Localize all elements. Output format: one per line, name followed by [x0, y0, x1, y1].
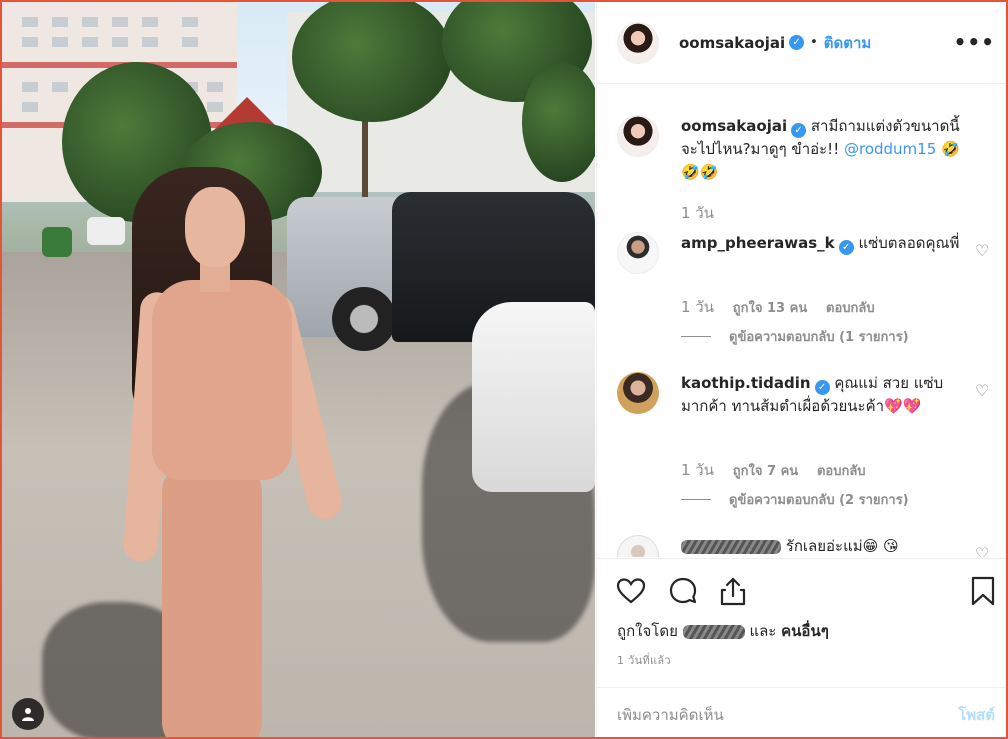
comment-body: รักเลยอ่ะแม่😁 😘 [785, 537, 899, 555]
caption-time-text[interactable]: 1 วัน [681, 204, 714, 222]
liked-by-text: ถูกใจโดย และ คนอื่นๆ [617, 619, 829, 643]
liked-by-and: และ [749, 622, 777, 640]
verified-badge-icon: ✓ [838, 240, 854, 255]
post-header: oomsakaojai ✓ • ติดตาม ••• [597, 2, 1006, 84]
comment-likes[interactable]: ถูกใจ 7 คน [733, 464, 798, 479]
share-icon[interactable] [717, 575, 749, 607]
video-wheel [332, 287, 396, 351]
video-vehicle-small [87, 217, 125, 245]
user-tag-button[interactable] [12, 698, 44, 730]
commenter-avatar[interactable] [617, 372, 659, 414]
view-replies-label: ดูข้อความตอบกลับ (1 รายการ) [729, 330, 909, 345]
separator-dot: • [810, 35, 818, 50]
view-replies-button[interactable]: ดูข้อความตอบกลับ (1 รายการ) [681, 326, 909, 347]
commenter-avatar[interactable] [617, 535, 659, 557]
view-replies-button[interactable]: ดูข้อความตอบกลับ (2 รายการ) [681, 489, 909, 510]
replies-line [681, 336, 711, 337]
view-replies-label: ดูข้อความตอบกลับ (2 รายการ) [729, 493, 909, 508]
comment-text: amp_pheerawas_k ✓ แซ่บตลอดคุณพี่ [681, 232, 961, 255]
video-tree [522, 62, 595, 182]
post-timestamp[interactable]: 1 วันที่แล้ว [617, 651, 671, 669]
caption-text: oomsakaojai ✓ สามีถามแต่งตัวขนาดนี้จะไปไห… [681, 115, 961, 184]
caption-mention[interactable]: @roddum15 [844, 140, 936, 158]
caption-username[interactable]: oomsakaojai [681, 117, 787, 135]
video-car-white [472, 302, 595, 492]
follow-button[interactable]: ติดตาม [824, 31, 872, 55]
redaction-scribble [681, 539, 781, 554]
comment-username[interactable]: amp_pheerawas_k [681, 234, 835, 252]
comment-icon[interactable] [667, 575, 699, 607]
user-tag-icon [22, 708, 34, 721]
more-options-icon[interactable]: ••• [954, 30, 995, 54]
comment-time[interactable]: 1 วัน [681, 298, 714, 316]
comment-text: รักเลยอ่ะแม่😁 😘 [681, 535, 961, 557]
video-person-legs [162, 462, 262, 737]
add-comment-bar: โพสต์ [597, 687, 1006, 737]
comment-meta: 1 วัน ถูกใจ 13 คน ตอบกลับ [681, 295, 889, 319]
comment-like-icon[interactable]: ♡ [975, 383, 989, 399]
post-side-panel: oomsakaojai ✓ • ติดตาม ••• oomsakaojai ✓ … [596, 2, 1006, 737]
bookmark-icon[interactable] [967, 575, 999, 607]
comment-like-icon[interactable]: ♡ [975, 243, 989, 259]
liked-by-others[interactable]: คนอื่นๆ [781, 622, 829, 640]
comment-reply-button[interactable]: ตอบกลับ [817, 464, 866, 479]
comment-reply-button[interactable]: ตอบกลับ [826, 301, 875, 316]
post-video[interactable] [2, 2, 595, 737]
verified-badge-icon: ✓ [791, 123, 807, 138]
comment-body: แซ่บตลอดคุณพี่ [858, 234, 960, 252]
author-avatar[interactable] [617, 115, 659, 157]
caption-time: 1 วัน [681, 201, 728, 225]
liked-by-prefix: ถูกใจโดย [617, 622, 678, 640]
comment-text: kaothip.tidadin ✓ คุณแม่ สวย แซ่บมากค้า ท… [681, 372, 961, 418]
post-window: oomsakaojai ✓ • ติดตาม ••• oomsakaojai ✓ … [0, 0, 1008, 739]
comments-list[interactable]: oomsakaojai ✓ สามีถามแต่งตัวขนาดนี้จะไปไห… [597, 85, 1006, 558]
post-actions: ถูกใจโดย และ คนอื่นๆ 1 วันที่แล้ว [597, 558, 1006, 686]
video-person-face [185, 187, 245, 267]
commenter-avatar[interactable] [617, 232, 659, 274]
verified-badge-icon: ✓ [789, 35, 805, 50]
video-person-body [152, 280, 292, 480]
comment-input[interactable] [617, 705, 959, 724]
comment-like-icon[interactable]: ♡ [975, 546, 989, 558]
comment-meta: 1 วัน ถูกใจ 7 คน ตอบกลับ [681, 458, 880, 482]
verified-badge-icon: ✓ [814, 380, 830, 395]
comment-likes[interactable]: ถูกใจ 13 คน [733, 301, 807, 316]
redaction-scribble [682, 624, 745, 639]
video-vehicle-small [42, 227, 72, 257]
author-avatar[interactable] [617, 21, 659, 64]
heart-icon[interactable] [615, 575, 647, 607]
post-comment-button[interactable]: โพสต์ [958, 703, 995, 727]
author-username[interactable]: oomsakaojai [679, 34, 785, 52]
comment-username[interactable]: kaothip.tidadin [681, 374, 811, 392]
replies-line [681, 499, 711, 500]
comment-time[interactable]: 1 วัน [681, 461, 714, 479]
